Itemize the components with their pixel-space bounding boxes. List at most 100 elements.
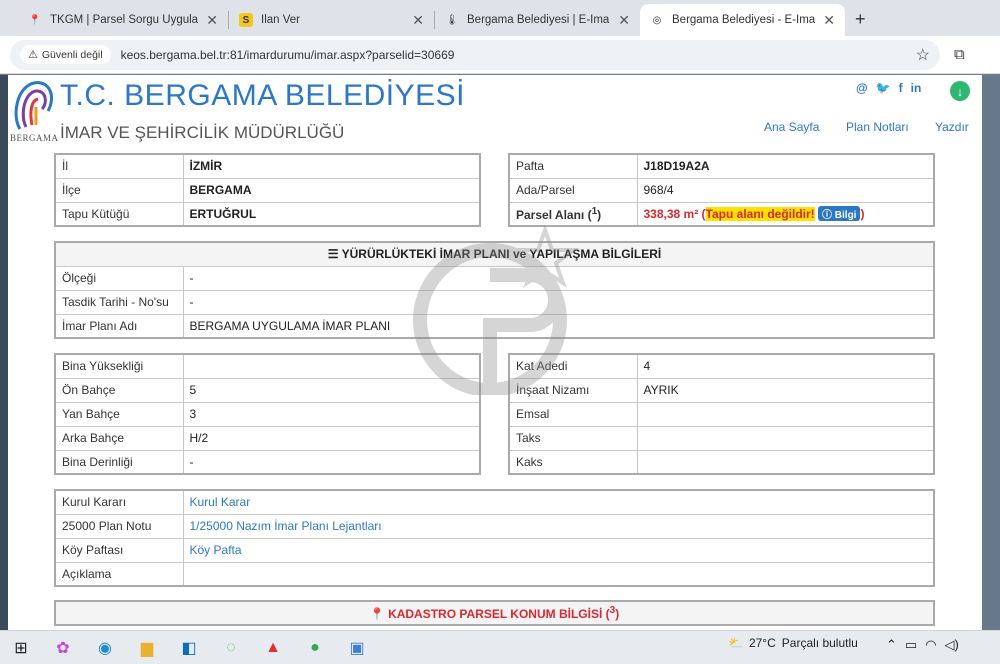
bookmark-star-icon[interactable]: ☆ — [916, 45, 930, 65]
table-row: Yan Bahçe 3 — [54, 401, 481, 427]
plan-section-heading: ☰ YÜRÜRLÜKTEKİ İMAR PLANI ve YAPILAŞMA B… — [54, 241, 935, 267]
value-kat-adedi: 4 — [636, 353, 935, 379]
s-logo-icon: S — [239, 13, 253, 27]
tab-tkgm[interactable]: 📍 TKGM | Parsel Sorgu Uygulama ✕ — [18, 4, 228, 36]
twitter-icon[interactable]: 🐦 — [876, 81, 891, 95]
value-il: İZMİR — [182, 153, 481, 179]
new-tab-button[interactable]: + — [855, 9, 866, 30]
page-title: T.C. BERGAMA BELEDİYESİ — [60, 79, 465, 112]
label-koy-paftasi: Köy Paftası — [54, 537, 184, 563]
browser-tab-bar: 📍 TKGM | Parsel Sorgu Uygulama ✕ S İlan … — [0, 0, 1000, 36]
value-emsal — [636, 401, 935, 427]
chrome-icon[interactable]: ● — [300, 635, 330, 661]
label-ilce: İlçe — [54, 177, 184, 203]
tab-title: TKGM | Parsel Sorgu Uygulama — [50, 14, 199, 26]
tab-title: İlan Ver — [261, 14, 300, 26]
taskbar-icons: ⊞ ✿ ◉ ▆ ◧ ◌ ▲ ● ▣ — [6, 635, 384, 661]
edge-icon[interactable]: ◉ — [90, 635, 120, 661]
table-row: Tapu Kütüğü ERTUĞRUL — [54, 201, 481, 227]
social-links: @ 🐦 f in — [856, 81, 921, 95]
plan-heading-text: YÜRÜRLÜKTEKİ İMAR PLANI ve YAPILAŞMA BİL… — [341, 247, 662, 262]
close-tab-icon[interactable]: ✕ — [412, 12, 424, 29]
nav-ana-sayfa[interactable]: Ana Sayfa — [764, 120, 819, 134]
table-row: Emsal — [508, 401, 935, 427]
parcel-table: Pafta J18D19A2A Ada/Parsel 968/4 Parsel … — [508, 153, 935, 227]
weather-temp: 27°C — [748, 636, 776, 650]
display-icon[interactable]: ▭ — [905, 637, 917, 653]
page-sheet: BERGAMA T.C. BERGAMA BELEDİYESİ İMAR VE … — [0, 75, 982, 630]
volume-icon[interactable]: ◁) — [945, 637, 959, 653]
info-button-label: Bilgi — [834, 210, 857, 222]
area-note: Tapu alanı değildir! — [705, 207, 815, 222]
table-row: Ölçeği - — [54, 265, 935, 291]
value-yan-bahce: 3 — [182, 401, 481, 427]
acrobat-icon[interactable]: ▲ — [258, 635, 288, 661]
outlook-icon[interactable]: ◧ — [174, 635, 204, 661]
label-kaks: Kaks — [508, 449, 638, 475]
table-row: Tasdik Tarihi - No'su - — [54, 289, 935, 315]
value-on-bahce: 5 — [182, 377, 481, 403]
table-row: Kaks — [508, 449, 935, 475]
building-right-table: Kat Adedi 4 İnşaat Nizamı AYRIK Emsal Ta… — [508, 353, 935, 475]
partly-cloudy-icon: ⛅ — [728, 636, 743, 650]
security-indicator[interactable]: ⚠ Güvenli değil — [20, 45, 111, 64]
close-tab-icon[interactable]: ✕ — [206, 12, 218, 29]
facebook-icon[interactable]: f — [899, 81, 903, 95]
label-bina-derinligi: Bina Derinliği — [54, 449, 184, 475]
label-kurul-karari: Kurul Kararı — [54, 489, 184, 515]
nav-yazdir[interactable]: Yazdır — [935, 120, 969, 134]
info-button[interactable]: ⓘ Bilgi — [818, 206, 861, 222]
link-koy-pafta[interactable]: Köy Pafta — [182, 537, 935, 563]
extensions-icon[interactable]: ⧉ — [954, 46, 965, 63]
tab-bergama-eimar-active[interactable]: ◎ Bergama Belediyesi - E-İmar ✕ — [640, 4, 845, 36]
link-kurul-karar[interactable]: Kurul Karar — [182, 489, 935, 515]
weather-widget[interactable]: ⛅ 27°C Parçalı bulutlu — [728, 636, 858, 650]
link-plan-lejantlari[interactable]: 1/25000 Nazım İmar Planı Lejantları — [182, 513, 935, 539]
tab-ilan-ver[interactable]: S İlan Ver ✕ — [229, 4, 434, 36]
download-icon[interactable]: ↓ — [950, 81, 970, 101]
close-tab-icon[interactable]: ✕ — [823, 12, 835, 29]
table-row: 25000 Plan Notu 1/25000 Nazım İmar Planı… — [54, 513, 935, 539]
table-row: Bina Derinliği - — [54, 449, 481, 475]
label-tasdik: Tasdik Tarihi - No'su — [54, 289, 184, 315]
list-icon: ☰ — [327, 247, 342, 262]
chevron-up-icon[interactable]: ⌃ — [886, 637, 897, 653]
label-aciklama: Açıklama — [54, 561, 184, 587]
label-tapu-kutugu: Tapu Kütüğü — [54, 201, 184, 227]
tab-bergama-eimar-1[interactable]: 🌡 Bergama Belediyesi | E-İmar ✕ — [435, 4, 640, 36]
page-subtitle: İMAR VE ŞEHİRCİLİK MÜDÜRLÜĞÜ — [60, 123, 345, 142]
table-row: Açıklama — [54, 561, 935, 587]
thermometer-icon: 🌡 — [445, 14, 459, 26]
linkedin-icon[interactable]: in — [911, 81, 922, 95]
label-il: İl — [54, 153, 184, 179]
label-emsal: Emsal — [508, 401, 638, 427]
wifi-icon[interactable]: ◠ — [925, 637, 936, 653]
nav-plan-notlari[interactable]: Plan Notları — [846, 120, 909, 134]
url-text[interactable]: keos.bergama.bel.tr:81/imardurumu/imar.a… — [121, 48, 916, 62]
value-parsel-alani: 338,38 m² (Tapu alanı değildir! ⓘ Bilgi) — [636, 201, 935, 227]
label-taks: Taks — [508, 425, 638, 451]
value-arka-bahce: H/2 — [182, 425, 481, 451]
kadastro-table: 📍 KADASTRO PARSEL KONUM BİLGİSİ (3) — [54, 600, 935, 626]
table-row: Parsel Alanı (1) 338,38 m² (Tapu alanı d… — [508, 201, 935, 227]
label-bina-yuksekligi: Bina Yüksekliği — [54, 353, 184, 379]
email-icon[interactable]: @ — [856, 81, 868, 95]
file-explorer-icon[interactable]: ▆ — [132, 635, 162, 661]
table-row: Kat Adedi 4 — [508, 353, 935, 379]
notes-table: Kurul Kararı Kurul Karar 25000 Plan Notu… — [54, 489, 935, 587]
omnibox[interactable]: ⚠ Güvenli değil keos.bergama.bel.tr:81/i… — [10, 39, 940, 70]
address-bar: ⚠ Güvenli değil keos.bergama.bel.tr:81/i… — [0, 36, 1000, 74]
copilot-icon[interactable]: ✿ — [48, 635, 78, 661]
table-row: İl İZMİR — [54, 153, 481, 179]
globe-icon: ◎ — [652, 14, 662, 26]
location-table: İl İZMİR İlçe BERGAMA Tapu Kütüğü ERTUĞR… — [54, 153, 481, 227]
footnote-ref: 1 — [591, 205, 598, 217]
label-ada-parsel: Ada/Parsel — [508, 177, 638, 203]
info-icon: ⓘ — [822, 210, 835, 222]
plan-table: ☰ YÜRÜRLÜKTEKİ İMAR PLANI ve YAPILAŞMA B… — [54, 241, 935, 339]
widgets-icon[interactable]: ⊞ — [6, 635, 36, 661]
whatsapp-icon[interactable]: ◌ — [216, 635, 246, 661]
close-tab-icon[interactable]: ✕ — [618, 12, 630, 29]
parsel-alani-text: Parsel Alanı — [516, 207, 585, 222]
photos-icon[interactable]: ▣ — [342, 635, 372, 661]
